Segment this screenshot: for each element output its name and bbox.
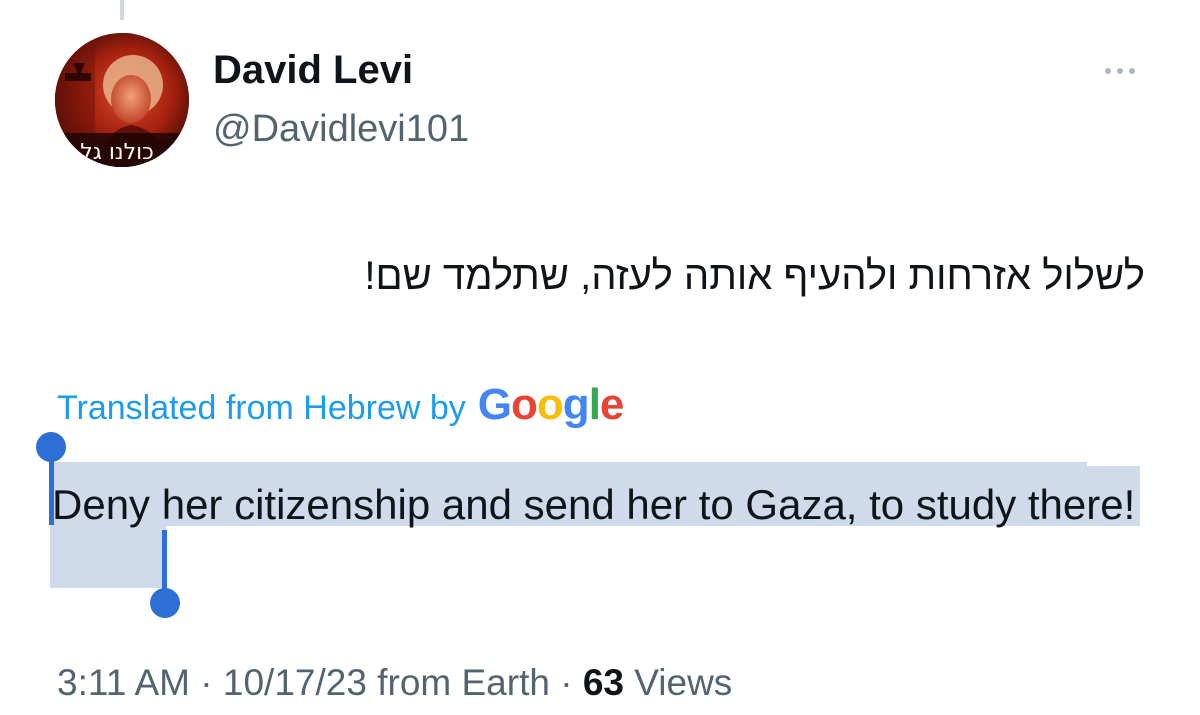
- more-horizontal-icon-dot: [1129, 68, 1135, 74]
- author-display-name[interactable]: David Levi: [213, 50, 413, 90]
- translation-credit-label: Translated from Hebrew by: [57, 389, 466, 427]
- translation-credit[interactable]: Translated from Hebrew by Google: [57, 380, 625, 430]
- google-logo-letter: o: [536, 380, 564, 429]
- google-logo-letter: l: [588, 380, 601, 429]
- tweet-text-translated[interactable]: Deny her citizenship and send her to Gaz…: [52, 474, 1142, 536]
- google-logo-letter: o: [511, 380, 538, 429]
- selection-start-handle[interactable]: [49, 455, 54, 525]
- more-horizontal-icon: [1105, 68, 1111, 74]
- google-logo-letter: G: [477, 380, 512, 429]
- google-logo: Google: [477, 380, 625, 430]
- avatar-overlay-text: כולנו גל: [80, 140, 154, 165]
- author-handle[interactable]: @Davidlevi101: [213, 110, 469, 148]
- selection-end-handle-knob[interactable]: [150, 588, 180, 618]
- meta-separator: ·: [560, 662, 573, 703]
- google-logo-letter: e: [599, 380, 625, 429]
- avatar[interactable]: כולנו גל: [55, 33, 189, 167]
- text-selection-highlight-edge: [1087, 462, 1140, 466]
- more-horizontal-icon-dot: [1117, 68, 1123, 74]
- google-logo-letter: g: [562, 380, 590, 429]
- views-count[interactable]: 63: [583, 662, 624, 703]
- thread-connector-line: [120, 0, 124, 20]
- tweet-source: from Earth: [377, 662, 550, 703]
- tweet-text-original: לשלול אזרחות ולהעיף אותה לעזה, שתלמד שם!: [364, 254, 1145, 298]
- tweet-meta: 3:11 AM · 10/17/23 from Earth · 63 Views: [57, 662, 732, 704]
- views-label[interactable]: Views: [634, 662, 732, 703]
- meta-separator: ·: [200, 662, 213, 703]
- tweet-time[interactable]: 3:11 AM: [57, 662, 190, 703]
- more-options-button[interactable]: [1096, 58, 1144, 84]
- avatar-image: כולנו גל: [55, 33, 189, 167]
- tweet-date[interactable]: 10/17/23: [223, 662, 367, 703]
- selection-start-handle-knob[interactable]: [36, 432, 66, 462]
